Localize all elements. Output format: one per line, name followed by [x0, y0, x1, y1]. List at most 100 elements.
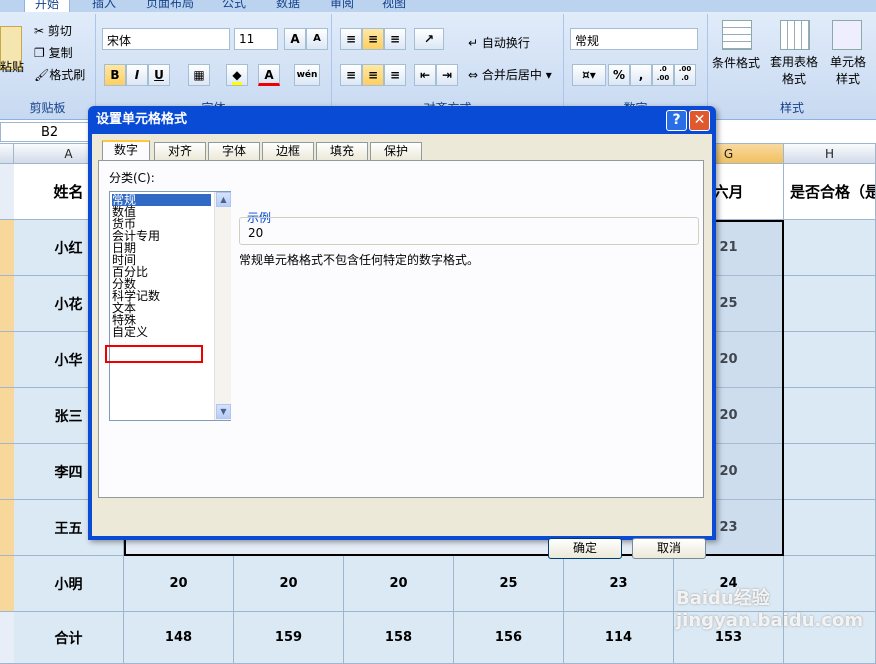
tab-formulas[interactable]: 公式: [222, 0, 246, 11]
watermark: Baidu经验 jingyan.baidu.com: [676, 588, 864, 631]
fill-bucket-icon: ◆: [232, 68, 242, 85]
number-tab-panel: 分类(C): 常规 数值 货币 会计专用 日期 时间 百分比 分数 科学记数 文…: [98, 160, 704, 498]
scroll-down-icon[interactable]: ▼: [216, 404, 231, 419]
row-header[interactable]: [0, 276, 14, 332]
cell-total-label[interactable]: 合计: [14, 612, 124, 664]
align-center-icon[interactable]: ≡: [362, 64, 384, 86]
font-color-button[interactable]: A: [258, 64, 280, 86]
cut-button[interactable]: ✂ 剪切: [34, 22, 72, 39]
cell-value[interactable]: 23: [564, 556, 674, 612]
sample-box: 20: [239, 217, 699, 245]
format-painter-button[interactable]: 🖌格式刷: [34, 66, 85, 83]
decrease-indent-icon[interactable]: ⇤: [414, 64, 436, 86]
fill-color-button[interactable]: ◆: [226, 64, 248, 86]
conditional-format-button[interactable]: 条件格式: [712, 54, 760, 71]
cell-empty[interactable]: [784, 388, 876, 444]
increase-decimal-button[interactable]: .0 .00: [652, 64, 674, 86]
align-right-icon[interactable]: ≡: [384, 64, 406, 86]
tab-font[interactable]: 字体: [208, 142, 260, 160]
cell-total[interactable]: 114: [564, 612, 674, 664]
cell-total[interactable]: 156: [454, 612, 564, 664]
align-bottom-icon[interactable]: ≡: [384, 28, 406, 50]
row-header[interactable]: [0, 164, 14, 220]
increase-indent-icon[interactable]: ⇥: [436, 64, 458, 86]
decrease-decimal-button[interactable]: .00 .0: [674, 64, 696, 86]
font-name-select[interactable]: 宋体: [102, 28, 230, 50]
category-scrollbar[interactable]: ▲ ▼: [214, 192, 231, 420]
tab-insert[interactable]: 插入: [92, 0, 116, 11]
tab-fill[interactable]: 填充: [316, 142, 368, 160]
list-item[interactable]: 自定义: [112, 326, 148, 338]
comma-button[interactable]: ,: [630, 64, 652, 86]
cell-value[interactable]: 20: [234, 556, 344, 612]
row-header[interactable]: [0, 500, 14, 556]
cell-value[interactable]: 20: [344, 556, 454, 612]
table-format-button[interactable]: 套用表格格式: [766, 54, 822, 88]
align-middle-icon[interactable]: ≡: [362, 28, 384, 50]
row-header[interactable]: [0, 612, 14, 664]
cell-styles-button[interactable]: 单元格样式: [826, 54, 870, 88]
row-header[interactable]: [0, 444, 14, 500]
tab-number[interactable]: 数字: [102, 140, 150, 161]
number-format-select[interactable]: 常规: [570, 28, 698, 50]
row-header[interactable]: [0, 556, 14, 612]
ok-button[interactable]: 确定: [548, 538, 622, 559]
merge-icon: ⇔: [468, 68, 482, 82]
cell-name[interactable]: 小明: [14, 556, 124, 612]
tab-review[interactable]: 审阅: [330, 0, 354, 11]
percent-button[interactable]: %: [608, 64, 630, 86]
cell-total[interactable]: 158: [344, 612, 454, 664]
align-top-icon[interactable]: ≡: [340, 28, 362, 50]
border-icon: ▦: [193, 68, 205, 82]
phonetic-button[interactable]: wén: [294, 64, 320, 86]
copy-button[interactable]: ❐ 复制: [34, 44, 73, 61]
close-button[interactable]: ✕: [689, 110, 710, 131]
wrap-text-button[interactable]: ↵ 自动换行: [468, 34, 530, 51]
cell-empty[interactable]: [784, 500, 876, 556]
scroll-up-icon[interactable]: ▲: [216, 192, 231, 207]
cell-value[interactable]: 20: [124, 556, 234, 612]
row-header[interactable]: [0, 388, 14, 444]
underline-button[interactable]: U: [148, 64, 170, 86]
cell-total[interactable]: 148: [124, 612, 234, 664]
cell-empty[interactable]: [784, 220, 876, 276]
category-list[interactable]: 常规 数值 货币 会计专用 日期 时间 百分比 分数 科学记数 文本 特殊 自定…: [109, 191, 231, 421]
cell-total[interactable]: 159: [234, 612, 344, 664]
select-all-corner[interactable]: [0, 144, 14, 164]
column-header-h[interactable]: H: [784, 144, 876, 164]
border-button[interactable]: ▦: [188, 64, 210, 86]
tab-view[interactable]: 视图: [382, 0, 406, 11]
cell-header-pass[interactable]: 是否合格（是: [784, 164, 876, 220]
cell-value[interactable]: 25: [454, 556, 564, 612]
cancel-button[interactable]: 取消: [632, 538, 706, 559]
row-header[interactable]: [0, 220, 14, 276]
row-header[interactable]: [0, 332, 14, 388]
cell-empty[interactable]: [784, 332, 876, 388]
bold-button[interactable]: B: [104, 64, 126, 86]
conditional-format-icon[interactable]: [722, 20, 752, 50]
copy-icon: ❐: [34, 46, 49, 60]
table-format-icon[interactable]: [780, 20, 810, 50]
merge-center-button[interactable]: ⇔ 合并后居中 ▾: [468, 66, 552, 83]
italic-button[interactable]: I: [126, 64, 148, 86]
cell-empty[interactable]: [784, 276, 876, 332]
currency-icon[interactable]: ¤▾: [572, 64, 606, 86]
name-box[interactable]: B2: [0, 122, 100, 142]
cell-styles-icon[interactable]: [832, 20, 862, 50]
orientation-icon[interactable]: ↗: [414, 28, 444, 50]
tab-page-layout[interactable]: 页面布局: [146, 0, 194, 11]
grow-font-button[interactable]: A: [284, 28, 306, 50]
clipboard-group-label: 剪贴板: [29, 101, 66, 115]
tab-border[interactable]: 边框: [262, 142, 314, 160]
category-label: 分类(C):: [109, 171, 155, 185]
align-left-icon[interactable]: ≡: [340, 64, 362, 86]
tab-data[interactable]: 数据: [276, 0, 300, 11]
font-size-select[interactable]: 11: [234, 28, 278, 50]
paste-button[interactable]: 粘贴: [0, 58, 24, 75]
tab-home[interactable]: 开始: [24, 0, 71, 12]
help-button[interactable]: ?: [666, 110, 687, 131]
cell-empty[interactable]: [784, 444, 876, 500]
tab-alignment[interactable]: 对齐: [154, 142, 206, 160]
shrink-font-button[interactable]: A: [306, 28, 328, 50]
tab-protection[interactable]: 保护: [370, 142, 422, 160]
